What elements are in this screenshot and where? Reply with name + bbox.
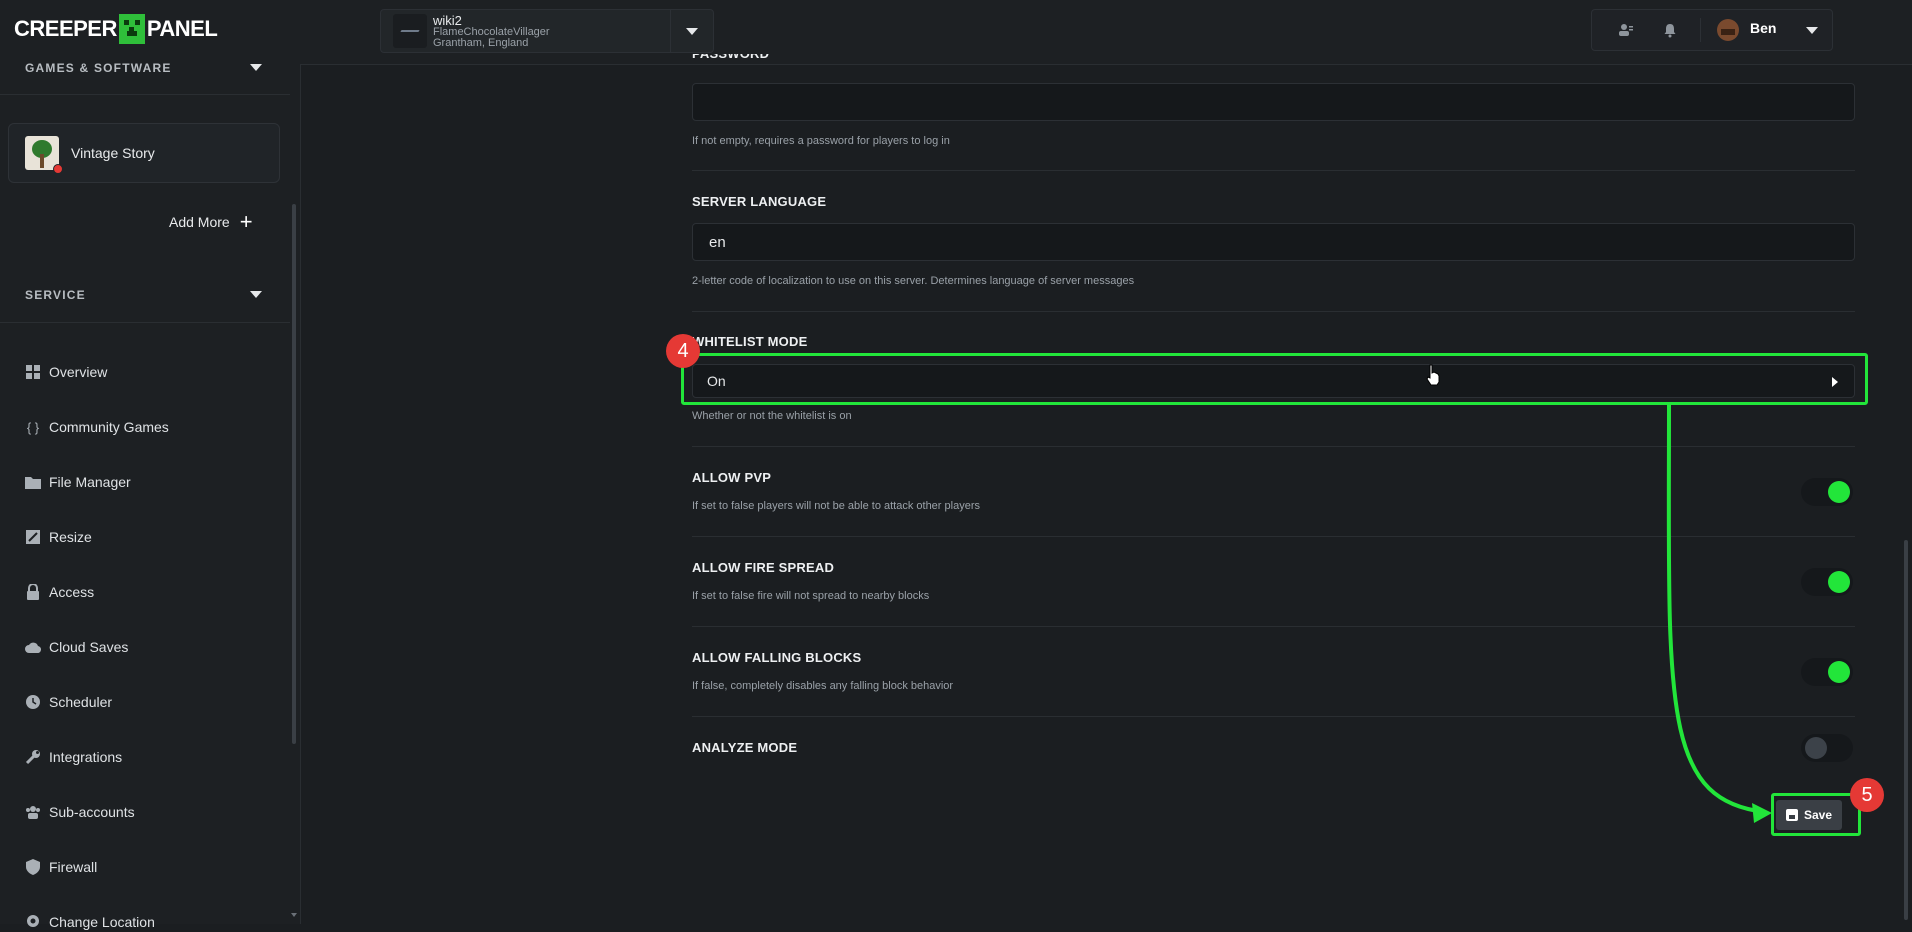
step-badge-5: 5 <box>1850 778 1884 812</box>
hand-cursor-icon <box>1426 364 1440 386</box>
main-scrollbar[interactable] <box>1904 540 1908 920</box>
arrow-path <box>1666 404 1766 814</box>
arrow-annotation <box>1666 404 1772 823</box>
arrow-head-icon <box>1752 803 1772 823</box>
step-badge-4: 4 <box>666 334 700 368</box>
